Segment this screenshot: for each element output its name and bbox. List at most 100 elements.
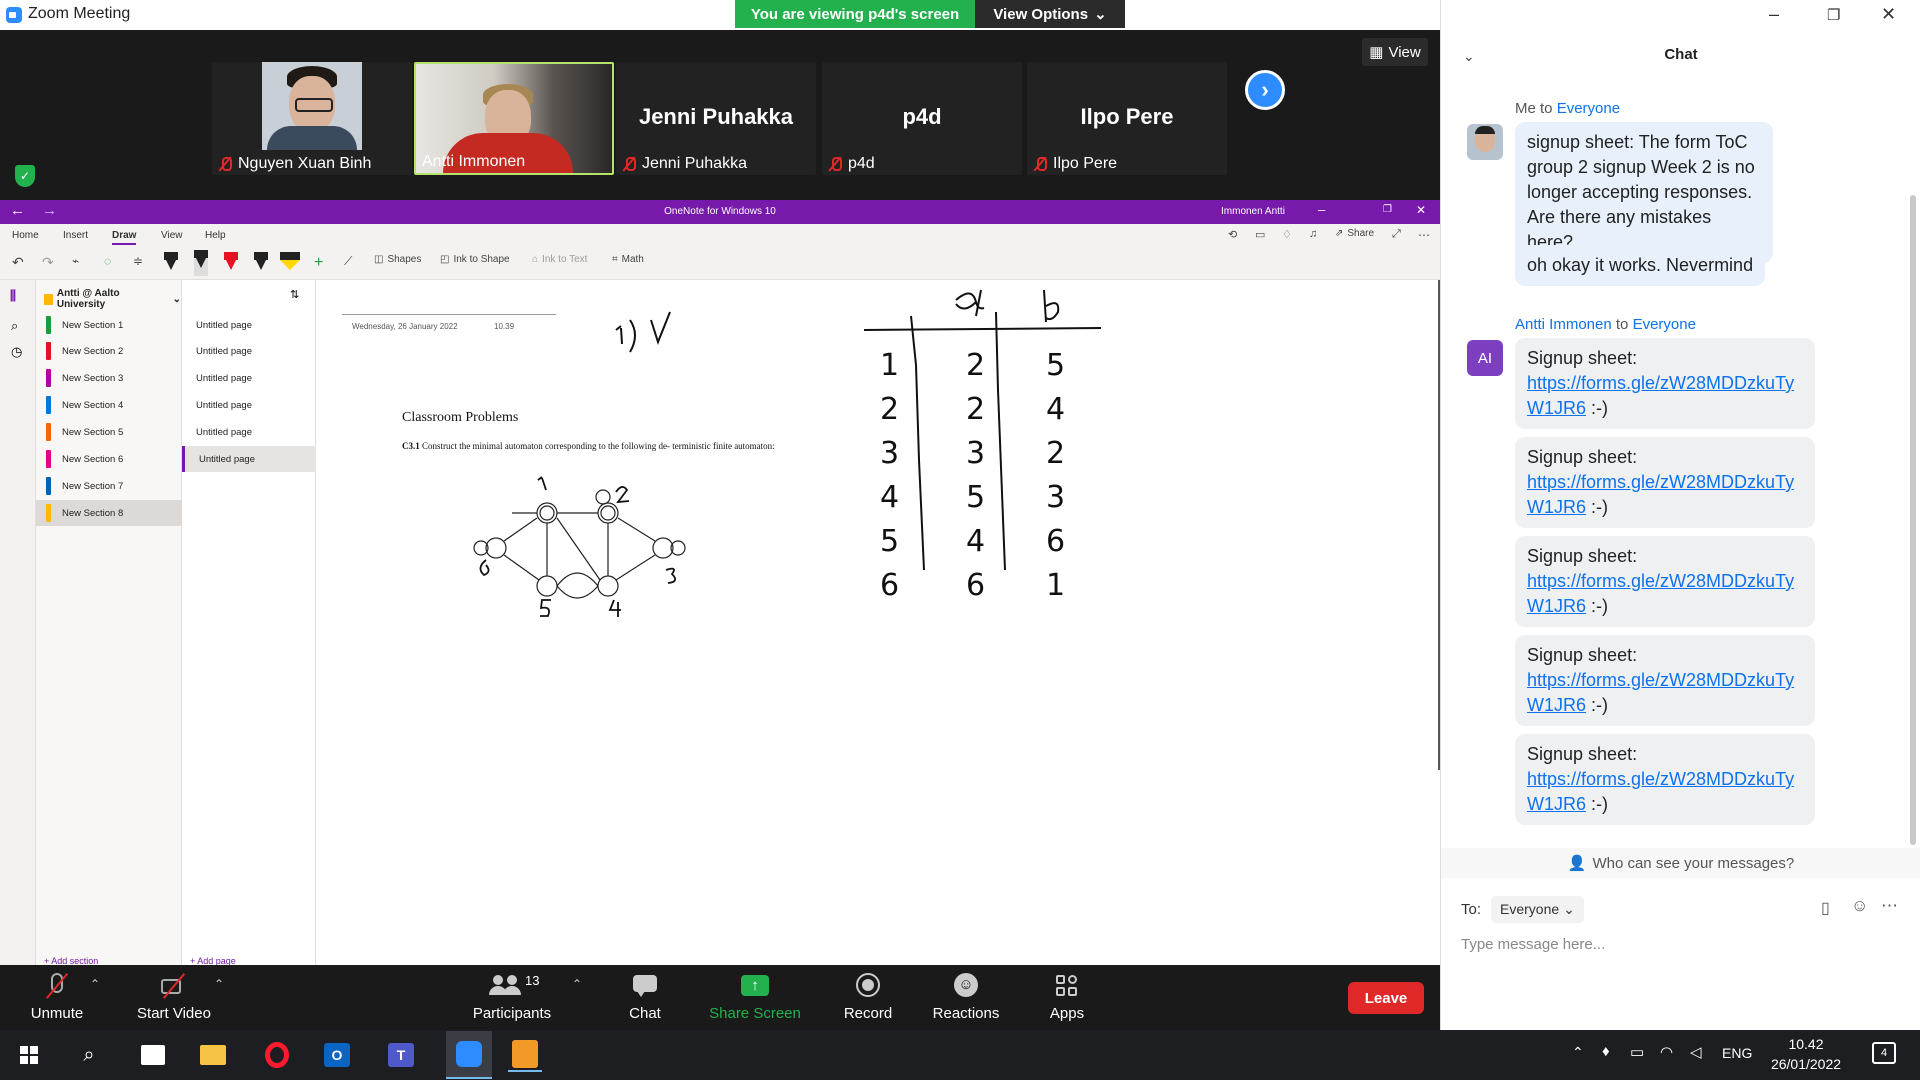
onenote-user[interactable]: Immonen Antti — [1221, 206, 1285, 217]
forward-arrow-icon[interactable]: → — [42, 202, 57, 219]
section-item[interactable]: New Section 6 — [36, 446, 182, 472]
math-button[interactable]: ⌗ Math — [612, 254, 644, 265]
pen-red-icon[interactable] — [224, 252, 238, 272]
chevron-up-icon[interactable]: ⌃ — [90, 977, 100, 991]
apps-button[interactable]: Apps — [1044, 965, 1090, 1030]
clock-date[interactable]: 26/01/2022 — [1766, 1056, 1846, 1072]
windows-start-icon[interactable] — [12, 1038, 46, 1072]
page-item[interactable]: Untitled page — [182, 419, 316, 445]
section-item[interactable]: New Section 3 — [36, 365, 182, 391]
tab-draw[interactable]: Draw — [112, 230, 137, 245]
tray-chevron-icon[interactable]: ⌃ — [1572, 1044, 1584, 1061]
add-pen-icon[interactable]: + — [314, 254, 323, 272]
restore-icon[interactable]: ❐ — [1383, 204, 1392, 215]
participant-tile-p4d[interactable]: p4d p4d — [822, 62, 1022, 175]
section-item[interactable]: New Section 4 — [36, 392, 182, 418]
pen-black-icon[interactable] — [164, 252, 178, 272]
more-options-icon[interactable]: ⋯ — [1881, 896, 1898, 916]
chat-button[interactable]: Chat — [620, 965, 670, 1030]
participant-tile-antti[interactable]: Antti Immonen — [414, 62, 614, 175]
chat-scrollbar[interactable] — [1910, 195, 1916, 845]
signup-link[interactable]: https://forms.gle/zW28MDDzkuTyW1JR6 — [1527, 670, 1794, 715]
sort-icon[interactable]: ⇅ — [290, 288, 299, 301]
microphone-icon[interactable]: ♦ — [1602, 1043, 1610, 1060]
ink-to-shape-button[interactable]: ◰ Ink to Shape — [440, 254, 510, 265]
notebook-selector[interactable]: Antti @ Aalto University ⌄ — [44, 288, 181, 310]
signup-link[interactable]: https://forms.gle/zW28MDDzkuTyW1JR6 — [1527, 373, 1794, 418]
signup-link[interactable]: https://forms.gle/zW28MDDzkuTyW1JR6 — [1527, 769, 1794, 814]
view-layout-button[interactable]: ▦ View — [1362, 38, 1428, 66]
pen-selected-icon[interactable] — [194, 250, 208, 276]
fullscreen-icon[interactable]: ⤢ — [1392, 228, 1401, 241]
message-input[interactable] — [1461, 930, 1901, 958]
shapes-button[interactable]: ◫ Shapes — [374, 254, 421, 265]
share-button[interactable]: ⇗ Share — [1335, 228, 1374, 239]
unmute-button[interactable]: Unmute — [24, 965, 90, 1030]
ink-to-text-button[interactable]: ⌂ Ink to Text — [532, 254, 587, 265]
undo-icon[interactable]: ↶ — [12, 254, 24, 271]
more-options-icon[interactable]: ⋯ — [1418, 228, 1430, 242]
page-item[interactable]: Untitled page — [182, 392, 316, 418]
redo-icon[interactable]: ↷ — [42, 254, 54, 271]
section-item[interactable]: New Section 2 — [36, 338, 182, 364]
reactions-button[interactable]: ☺ Reactions — [930, 965, 1002, 1030]
notebooks-icon[interactable]: ⫼ — [10, 288, 16, 304]
close-icon[interactable]: ✕ — [1416, 203, 1426, 217]
record-button[interactable]: Record — [840, 965, 896, 1030]
wifi-icon[interactable]: ◠ — [1660, 1043, 1673, 1061]
leave-button[interactable]: Leave — [1348, 982, 1424, 1014]
notebook-icon[interactable]: ▭ — [1255, 228, 1265, 241]
notifications-icon[interactable]: 4 — [1872, 1042, 1896, 1064]
window-restore-icon[interactable]: ❐ — [1827, 6, 1840, 24]
recipient-select[interactable]: Everyone ⌄ — [1491, 896, 1584, 923]
next-page-arrow-icon[interactable]: › — [1245, 70, 1285, 110]
file-icon[interactable]: ▯ — [1821, 898, 1830, 918]
insert-space-icon[interactable]: ≑ — [133, 254, 143, 268]
zoom-taskbar-icon[interactable] — [446, 1031, 492, 1079]
page-item-selected[interactable]: Untitled page — [182, 446, 316, 472]
participants-button[interactable]: 13 Participants — [470, 965, 554, 1030]
section-item-selected[interactable]: New Section 8 — [36, 500, 182, 526]
window-close-icon[interactable]: ✕ — [1881, 4, 1896, 25]
share-screen-button[interactable]: ↑ Share Screen — [706, 965, 804, 1030]
tab-view[interactable]: View — [161, 230, 183, 241]
bell-icon[interactable]: ♫ — [1309, 228, 1317, 240]
who-can-see-link[interactable]: 👤 Who can see your messages? — [1441, 848, 1920, 878]
page-item[interactable]: Untitled page — [182, 338, 316, 364]
chevron-up-icon[interactable]: ⌃ — [214, 977, 224, 991]
tab-home[interactable]: Home — [12, 230, 39, 241]
highlighter-yellow-icon[interactable] — [280, 252, 300, 272]
add-space-icon[interactable]: ◌ — [104, 254, 111, 268]
onenote-page-canvas[interactable]: Wednesday, 26 January 2022 10.39 Classro… — [316, 280, 1440, 965]
teams-icon[interactable]: T — [384, 1038, 418, 1072]
back-arrow-icon[interactable]: ← — [10, 202, 25, 219]
participant-tile-nguyen[interactable]: Nguyen Xuan Binh — [212, 62, 412, 175]
participant-tile-ilpo[interactable]: Ilpo Pere Ilpo Pere — [1027, 62, 1227, 175]
section-item[interactable]: New Section 1 — [36, 312, 182, 338]
ruler-icon[interactable]: ⟋ — [344, 254, 352, 269]
chevron-up-icon[interactable]: ⌃ — [572, 977, 582, 991]
clock-time[interactable]: 10.42 — [1768, 1036, 1844, 1052]
page-item[interactable]: Untitled page — [182, 312, 316, 338]
search-icon[interactable]: ⌕ — [11, 318, 18, 334]
section-item[interactable]: New Section 5 — [36, 419, 182, 445]
emoji-icon[interactable]: ☺ — [1851, 896, 1868, 916]
language-indicator[interactable]: ENG — [1722, 1045, 1752, 1061]
volume-icon[interactable]: ◁ — [1690, 1043, 1702, 1061]
sync-icon[interactable]: ⟲ — [1228, 228, 1237, 241]
participant-tile-jenni[interactable]: Jenni Puhakka Jenni Puhakka — [616, 62, 816, 175]
opera-icon[interactable] — [260, 1038, 294, 1072]
file-explorer-icon[interactable] — [196, 1038, 230, 1072]
page-item[interactable]: Untitled page — [182, 365, 316, 391]
signup-link[interactable]: https://forms.gle/zW28MDDzkuTyW1JR6 — [1527, 571, 1794, 616]
task-view-icon[interactable] — [136, 1038, 170, 1072]
view-options-button[interactable]: View Options ⌄ — [975, 0, 1125, 28]
search-icon[interactable]: ⌕ — [72, 1038, 106, 1072]
start-video-button[interactable]: Start Video — [134, 965, 214, 1030]
lightbulb-icon[interactable]: ♢ — [1282, 228, 1292, 241]
minimize-icon[interactable]: – — [1318, 202, 1325, 217]
tab-help[interactable]: Help — [205, 230, 226, 241]
encryption-shield-icon[interactable]: ✓ — [15, 165, 35, 187]
pdf-app-icon[interactable] — [508, 1038, 542, 1072]
tab-insert[interactable]: Insert — [63, 230, 88, 241]
